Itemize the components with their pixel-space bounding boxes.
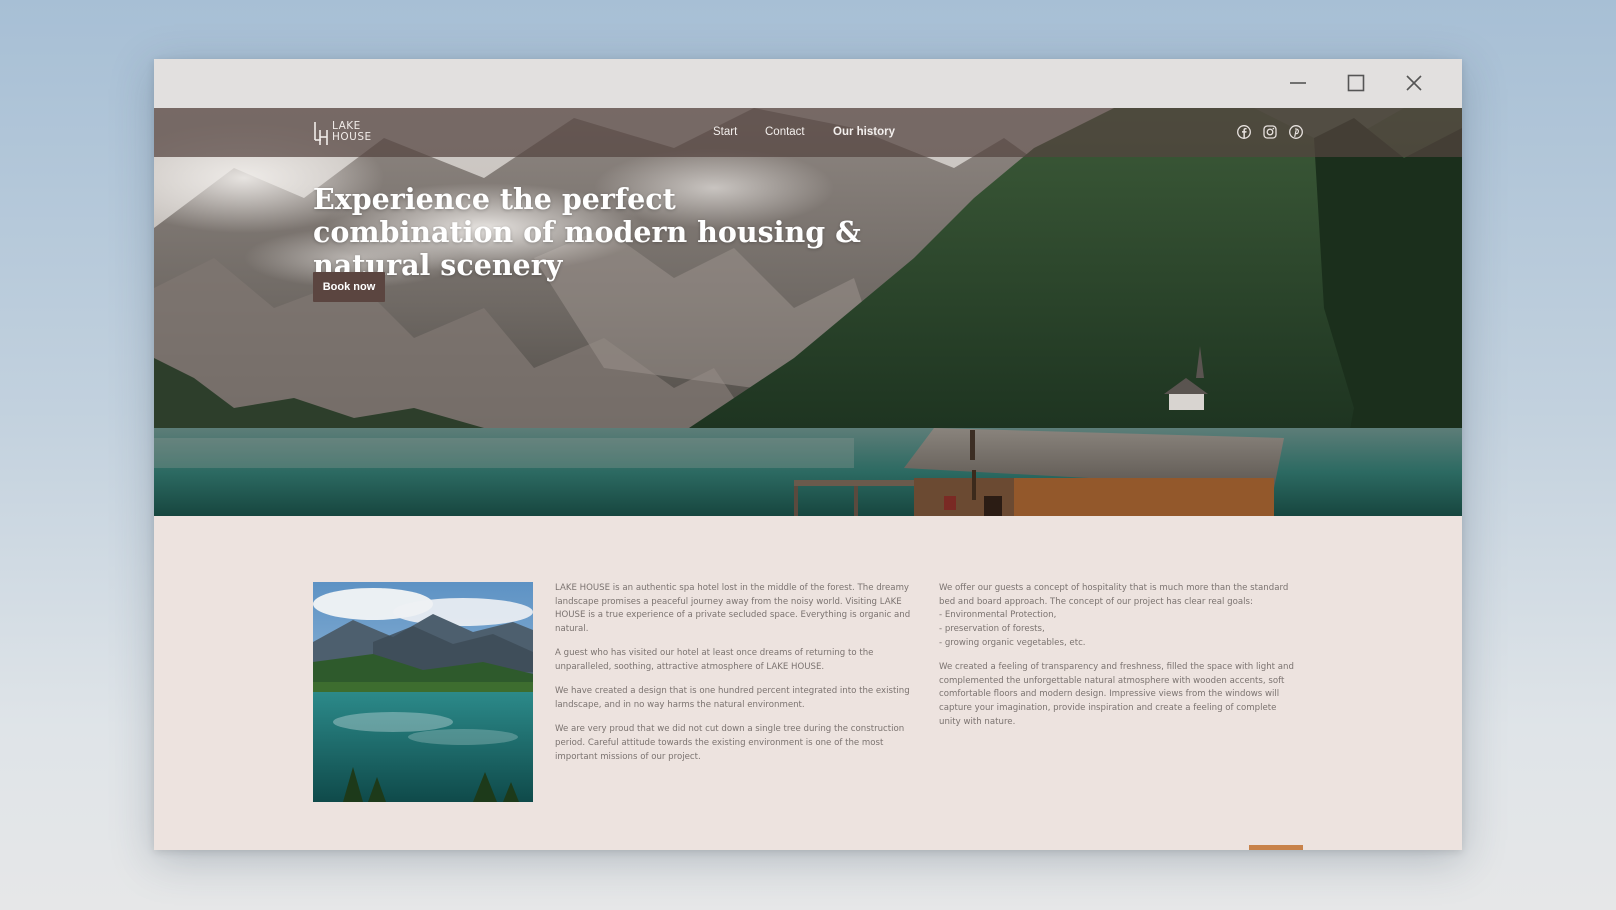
nav-link-contact[interactable]: Contact bbox=[765, 126, 805, 138]
maximize-icon[interactable] bbox=[1342, 69, 1370, 97]
book-now-button[interactable]: Book now bbox=[313, 272, 385, 302]
top-navbar: LAKE HOUSE Start Contact Our history bbox=[154, 108, 1462, 157]
pinterest-icon[interactable] bbox=[1288, 124, 1304, 140]
about-paragraph: We have created a design that is one hun… bbox=[555, 686, 910, 710]
closing-paragraph: We created a feeling of transparency and… bbox=[939, 662, 1294, 727]
window-titlebar bbox=[154, 59, 1462, 108]
logo-text: LAKE HOUSE bbox=[332, 121, 372, 143]
instagram-icon[interactable] bbox=[1262, 124, 1278, 140]
hero-title: Experience the perfect combination of mo… bbox=[313, 182, 861, 282]
nav-link-start[interactable]: Start bbox=[713, 126, 737, 138]
about-paragraph: A guest who has visited our hotel at lea… bbox=[555, 648, 874, 673]
goal-item: - Environmental Protection, bbox=[939, 610, 1057, 621]
logo-line-2: HOUSE bbox=[332, 131, 372, 143]
browser-window: LAKE HOUSE Start Contact Our history Exp… bbox=[154, 59, 1462, 850]
goal-item: - growing organic vegetables, etc. bbox=[939, 637, 1086, 648]
about-column-1: LAKE HOUSE is an authentic spa hotel los… bbox=[555, 582, 915, 775]
goal-item: - preservation of forests, bbox=[939, 624, 1045, 635]
logo-mark-icon bbox=[314, 122, 328, 145]
logo[interactable]: LAKE HOUSE bbox=[313, 120, 373, 146]
hero-background-image bbox=[154, 108, 1462, 516]
nav-link-our-history[interactable]: Our history bbox=[833, 126, 895, 138]
about-paragraph: LAKE HOUSE is an authentic spa hotel los… bbox=[555, 583, 911, 635]
minimize-icon[interactable] bbox=[1284, 69, 1312, 97]
facebook-icon[interactable] bbox=[1236, 124, 1252, 140]
concept-paragraph: We offer our guests a concept of hospita… bbox=[939, 582, 1299, 651]
about-column-2: We offer our guests a concept of hospita… bbox=[939, 582, 1299, 740]
hero-section: LAKE HOUSE Start Contact Our history Exp… bbox=[154, 108, 1462, 516]
about-paragraph: We are very proud that we did not cut do… bbox=[555, 724, 905, 762]
accent-bar bbox=[1249, 845, 1303, 850]
concept-intro: We offer our guests a concept of hospita… bbox=[939, 583, 1289, 607]
about-section: LAKE HOUSE is an authentic spa hotel los… bbox=[154, 516, 1462, 850]
close-icon[interactable] bbox=[1400, 69, 1428, 97]
lake-photo bbox=[313, 582, 533, 802]
